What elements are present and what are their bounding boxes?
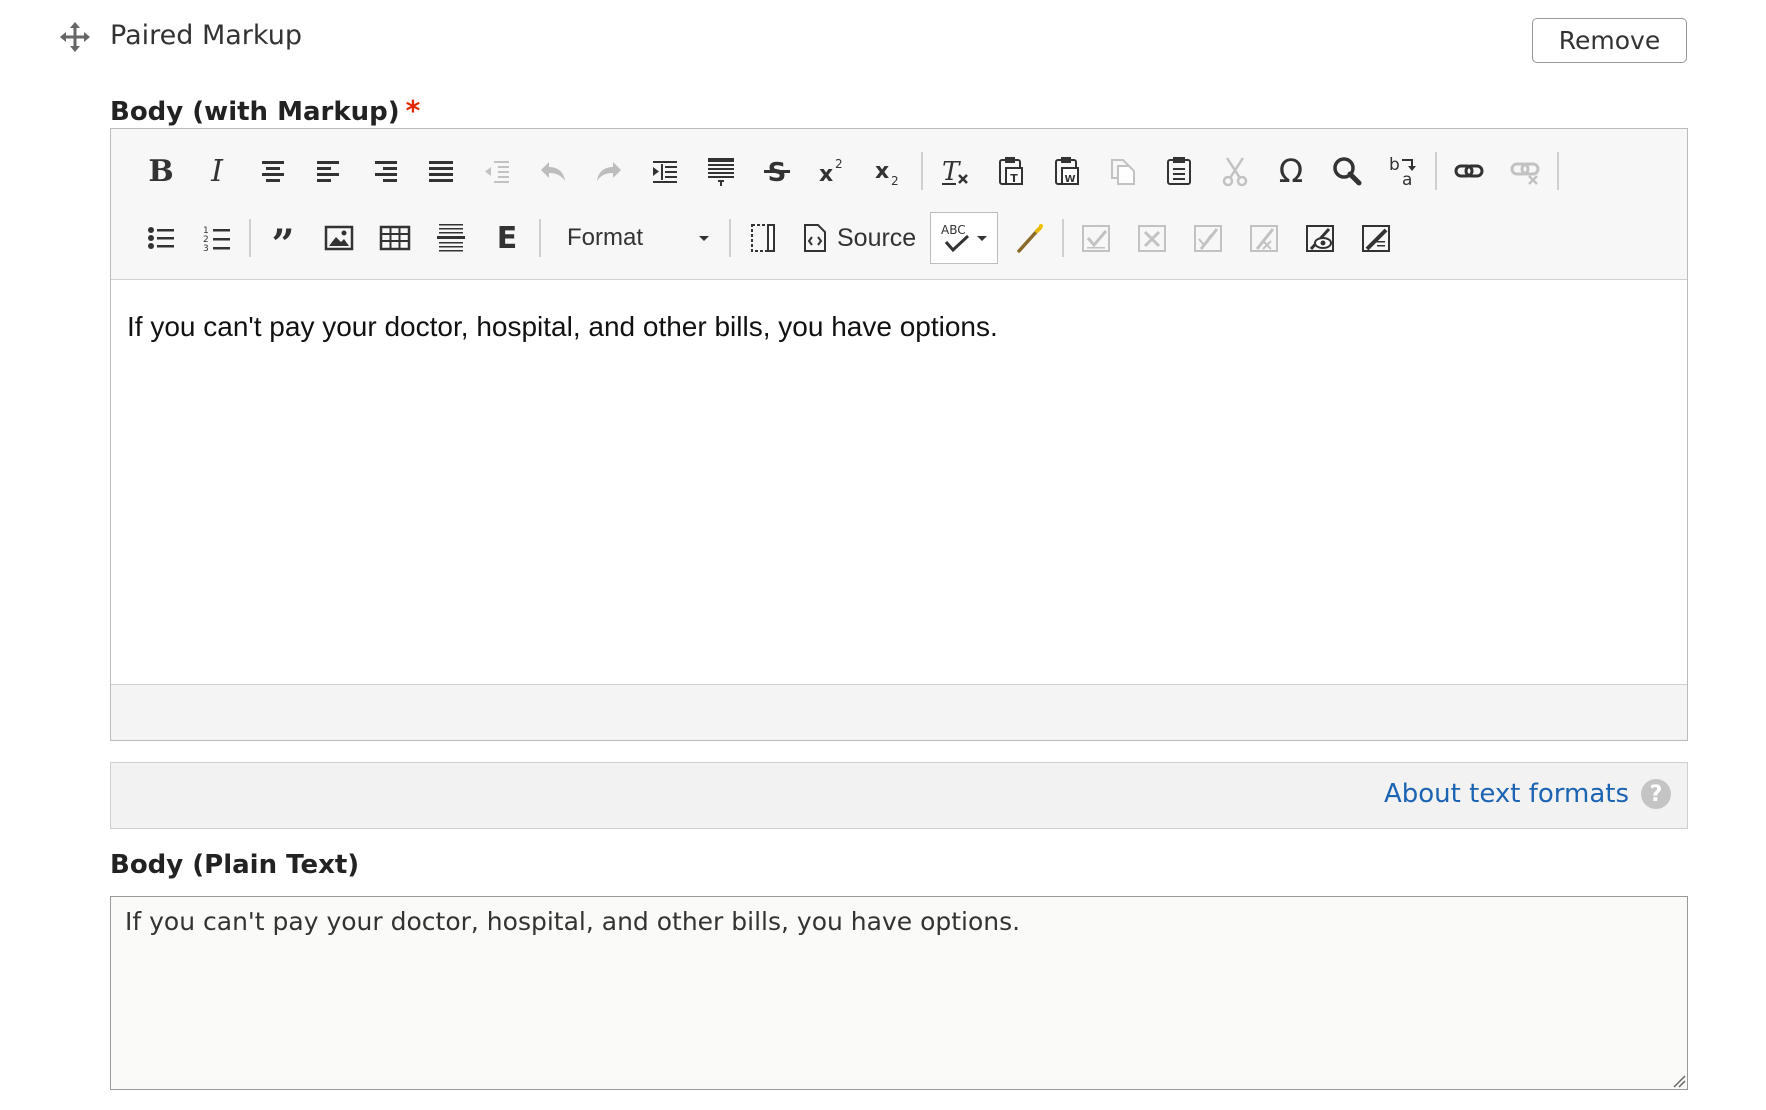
italic-icon[interactable]: I bbox=[189, 146, 245, 196]
templates-icon[interactable] bbox=[735, 213, 791, 263]
required-marker: * bbox=[405, 94, 421, 127]
toolbar-separator bbox=[1557, 152, 1559, 190]
image-icon[interactable] bbox=[311, 213, 367, 263]
numbered-list-icon[interactable]: 123 bbox=[189, 213, 245, 263]
markup-field-label: Body (with Markup) * bbox=[110, 94, 420, 127]
show-blocks-icon[interactable] bbox=[693, 146, 749, 196]
section-title: Paired Markup bbox=[110, 20, 302, 51]
about-text-formats-link[interactable]: About text formats bbox=[1384, 779, 1629, 809]
svg-text:3: 3 bbox=[203, 244, 209, 254]
unlink-icon[interactable] bbox=[1497, 146, 1553, 196]
align-right-icon[interactable] bbox=[357, 146, 413, 196]
svg-text:x: x bbox=[819, 162, 833, 187]
remove-format-icon[interactable]: T bbox=[927, 146, 983, 196]
embed-icon[interactable]: E bbox=[479, 213, 535, 263]
align-center-icon[interactable] bbox=[245, 146, 301, 196]
svg-text:a: a bbox=[1402, 170, 1412, 188]
svg-text:T: T bbox=[942, 157, 961, 187]
svg-text:b: b bbox=[1389, 155, 1400, 175]
remove-button[interactable]: Remove bbox=[1532, 18, 1687, 63]
format-dropdown[interactable]: Format bbox=[545, 213, 725, 263]
outdent-icon[interactable] bbox=[469, 146, 525, 196]
accept-all-icon[interactable] bbox=[1180, 213, 1236, 263]
spellcheck-button[interactable]: ABC bbox=[930, 212, 999, 264]
special-char-icon[interactable]: Ω bbox=[1263, 146, 1319, 196]
blockquote-icon[interactable]: ” bbox=[255, 213, 311, 265]
accept-change-icon[interactable] bbox=[1068, 213, 1124, 263]
strikethrough-icon[interactable]: S bbox=[749, 146, 805, 196]
toolbar-separator bbox=[921, 152, 923, 190]
source-label: Source bbox=[837, 223, 917, 252]
superscript-icon[interactable]: x2 bbox=[805, 146, 861, 196]
subscript-icon[interactable]: x2 bbox=[861, 146, 917, 196]
link-icon[interactable] bbox=[1441, 146, 1497, 196]
undo-icon[interactable] bbox=[525, 146, 581, 196]
redo-icon[interactable] bbox=[581, 146, 637, 196]
svg-text:x: x bbox=[875, 159, 889, 184]
rich-text-editor: B I x 2 x 2 T T W Ω b a 1 2 3 ” E Format… bbox=[110, 128, 1688, 741]
toolbar-separator bbox=[1435, 152, 1437, 190]
chevron-down-icon bbox=[977, 236, 988, 241]
plain-field-label: Body (Plain Text) bbox=[110, 850, 360, 880]
plain-text-field[interactable]: If you can't pay your doctor, hospital, … bbox=[110, 896, 1688, 1090]
editor-status-bar bbox=[111, 684, 1687, 740]
magic-wand-icon[interactable] bbox=[1002, 213, 1058, 263]
align-justify-icon[interactable] bbox=[413, 146, 469, 196]
spellcheck-label: ABC bbox=[941, 223, 966, 237]
cut-icon[interactable] bbox=[1207, 146, 1263, 196]
copy-icon[interactable] bbox=[1095, 146, 1151, 196]
toolbar-separator bbox=[1062, 219, 1065, 257]
source-button[interactable]: Source bbox=[791, 213, 926, 263]
replace-icon[interactable]: ba bbox=[1375, 146, 1431, 196]
indent-icon[interactable] bbox=[637, 146, 693, 196]
drag-handle-icon[interactable] bbox=[60, 22, 90, 52]
resize-grip-icon[interactable] bbox=[1670, 1072, 1686, 1088]
help-icon[interactable]: ? bbox=[1641, 779, 1671, 809]
editor-toolbar: B I x 2 x 2 T T W Ω b a 1 2 3 ” E Format… bbox=[111, 129, 1687, 280]
bulleted-list-icon[interactable] bbox=[133, 213, 189, 263]
svg-text:T: T bbox=[1010, 172, 1018, 185]
svg-text:W: W bbox=[1064, 174, 1075, 185]
find-icon[interactable] bbox=[1319, 146, 1375, 196]
toolbar-row-2: 123 ” E Format Source ABC bbox=[133, 212, 1404, 265]
editor-content-area[interactable]: If you can't pay your doctor, hospital, … bbox=[111, 281, 1687, 683]
track-changes-icon[interactable] bbox=[1348, 213, 1404, 263]
toolbar-separator bbox=[729, 219, 731, 257]
svg-text:2: 2 bbox=[891, 174, 899, 188]
format-dropdown-label: Format bbox=[567, 224, 644, 251]
svg-text:2: 2 bbox=[835, 157, 843, 171]
markup-field-label-text: Body (with Markup) bbox=[110, 97, 400, 127]
text-format-bar: About text formats ? bbox=[110, 762, 1688, 829]
show-changes-icon[interactable] bbox=[1292, 213, 1348, 263]
paste-word-icon[interactable]: W bbox=[1039, 146, 1095, 196]
source-icon bbox=[804, 224, 826, 252]
horizontal-rule-icon[interactable] bbox=[423, 213, 479, 263]
table-icon[interactable] bbox=[367, 213, 423, 263]
chevron-down-icon bbox=[699, 236, 709, 241]
paste-text-icon[interactable]: T bbox=[983, 146, 1039, 196]
editor-paragraph: If you can't pay your doctor, hospital, … bbox=[127, 311, 998, 342]
toolbar-row-1: B I x 2 x 2 T T W Ω b a bbox=[133, 146, 1563, 196]
align-left-icon[interactable] bbox=[301, 146, 357, 196]
spellcheck-icon: ABC bbox=[941, 223, 970, 253]
bold-icon[interactable]: B bbox=[133, 146, 189, 196]
toolbar-separator bbox=[249, 219, 251, 257]
paste-icon[interactable] bbox=[1151, 146, 1207, 196]
reject-all-icon[interactable] bbox=[1236, 213, 1292, 263]
reject-change-icon[interactable] bbox=[1124, 213, 1180, 263]
toolbar-separator bbox=[539, 219, 541, 257]
